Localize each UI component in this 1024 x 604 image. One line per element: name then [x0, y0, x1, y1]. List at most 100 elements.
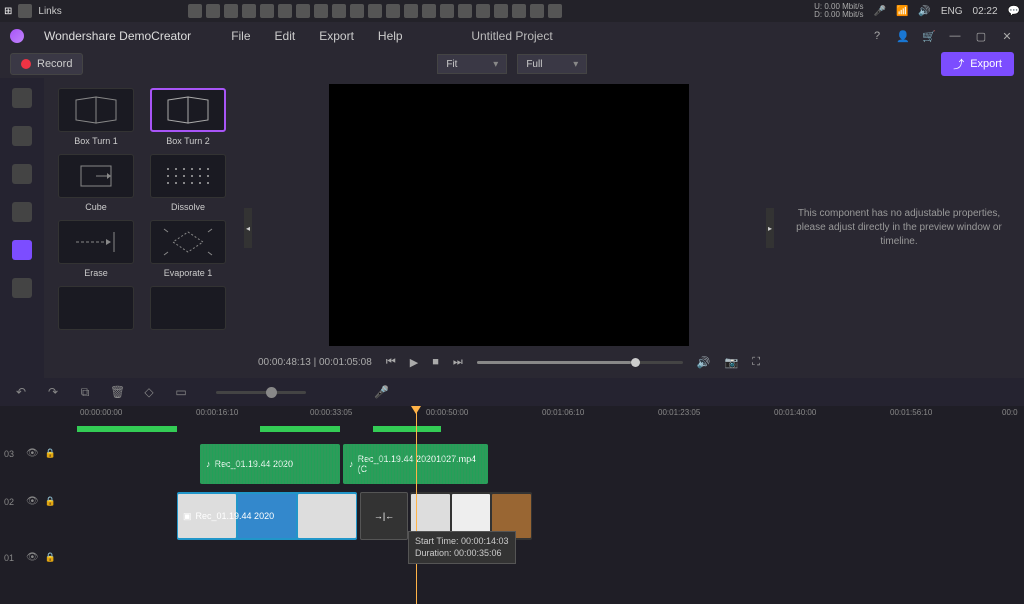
tray-app-icon[interactable] — [224, 4, 238, 18]
minimize-icon[interactable]: — — [948, 30, 962, 42]
tab-text-icon[interactable] — [12, 126, 32, 146]
start-icon[interactable]: ⊞ — [4, 6, 12, 17]
tray-app-icon[interactable] — [548, 4, 562, 18]
tray-app-icon[interactable] — [530, 4, 544, 18]
time-ruler[interactable]: 00:00:00:00 00:00:16:10 00:00:33:05 00:0… — [60, 406, 1024, 424]
fullscreen-icon[interactable]: ⛶ — [752, 356, 760, 369]
marker-icon[interactable]: ◇ — [142, 385, 156, 399]
properties-panel: This component has no adjustable propert… — [774, 78, 1024, 378]
tray-app-icon[interactable] — [242, 4, 256, 18]
app-toolbar: Record Fit Full ⤴ Export — [0, 50, 1024, 78]
visibility-icon[interactable]: 👁 — [26, 552, 39, 563]
tray-app-icon[interactable] — [476, 4, 490, 18]
tray-lang[interactable]: ENG — [941, 6, 963, 17]
tray-app-icon[interactable] — [368, 4, 382, 18]
menu-file[interactable]: File — [231, 29, 250, 43]
voiceover-icon[interactable]: 🎤 — [374, 385, 388, 399]
tray-app-icon[interactable] — [386, 4, 400, 18]
tray-app-icon[interactable] — [458, 4, 472, 18]
tab-transitions-icon[interactable] — [12, 240, 32, 260]
effect-extra-1[interactable] — [54, 286, 138, 330]
preview-viewport[interactable] — [329, 84, 689, 346]
cart-icon[interactable]: 🛒 — [922, 30, 936, 43]
tray-volume-icon[interactable]: 🔊 — [918, 6, 930, 17]
tray-app-icon[interactable] — [422, 4, 436, 18]
app-titlebar: Wondershare DemoCreator File Edit Export… — [0, 22, 1024, 50]
track-01[interactable]: 01👁 🔒 — [60, 548, 1024, 588]
preview-panel: ◂ ▸ 00:00:48:13 | 00:01:05:08 ⏮ ▶ ■ ⏭ 🔊 … — [244, 78, 774, 378]
effect-extra-2[interactable] — [146, 286, 230, 330]
tray-app-icon[interactable] — [494, 4, 508, 18]
project-title: Untitled Project — [471, 29, 552, 43]
track-03[interactable]: 03👁 🔒 ♪Rec_01.19.44 2020 ♪Rec_01.19.44 2… — [60, 444, 1024, 484]
undo-icon[interactable]: ↶ — [14, 385, 28, 399]
task-icon[interactable] — [18, 4, 32, 18]
tray-app-icon[interactable] — [350, 4, 364, 18]
fit-select[interactable]: Fit — [437, 54, 507, 74]
effect-box-turn-2[interactable]: Box Turn 2 — [146, 88, 230, 146]
playback-controls: 00:00:48:13 | 00:01:05:08 ⏮ ▶ ■ ⏭ 🔊 📷 ⛶ — [244, 346, 774, 378]
visibility-icon[interactable]: 👁 — [26, 496, 39, 507]
audio-clip-1[interactable]: ♪Rec_01.19.44 2020 — [200, 444, 340, 484]
account-icon[interactable]: 👤 — [896, 30, 910, 43]
visibility-icon[interactable]: 👁 — [26, 448, 39, 459]
timeline: 00:00:00:00 00:00:16:10 00:00:33:05 00:0… — [0, 406, 1024, 604]
tray-app-icon[interactable] — [404, 4, 418, 18]
delete-icon[interactable]: 🗑 — [110, 385, 124, 399]
record-button[interactable]: Record — [10, 53, 83, 75]
transition-clip[interactable]: →|← — [360, 492, 408, 540]
export-button[interactable]: ⤴ Export — [941, 52, 1014, 76]
next-button[interactable]: ⏭ — [453, 356, 463, 369]
collapse-right-icon[interactable]: ▸ — [766, 208, 774, 248]
effect-dissolve[interactable]: Dissolve — [146, 154, 230, 212]
effect-cube[interactable]: Cube — [54, 154, 138, 212]
collapse-left-icon[interactable]: ◂ — [244, 208, 252, 248]
aspect-icon[interactable]: ▭ — [174, 385, 188, 399]
quality-select[interactable]: Full — [517, 54, 587, 74]
tray-app-icon[interactable] — [314, 4, 328, 18]
play-button[interactable]: ▶ — [410, 356, 418, 369]
volume-icon[interactable]: 🔊 — [697, 356, 711, 369]
playhead[interactable] — [416, 406, 417, 604]
effect-evaporate-1[interactable]: Evaporate 1 — [146, 220, 230, 278]
snapshot-icon[interactable]: 📷 — [725, 356, 739, 369]
menu-edit[interactable]: Edit — [275, 29, 296, 43]
tray-notif-icon[interactable]: 💬 — [1008, 6, 1020, 17]
tray-app-icon[interactable] — [260, 4, 274, 18]
tray-app-icon[interactable] — [278, 4, 292, 18]
taskbar-links[interactable]: Links — [38, 6, 61, 17]
menu-help[interactable]: Help — [378, 29, 403, 43]
crop-icon[interactable]: ⧉ — [78, 385, 92, 399]
tab-effects-icon[interactable] — [12, 278, 32, 298]
prev-button[interactable]: ⏮ — [386, 356, 396, 369]
tab-stickers-icon[interactable] — [12, 202, 32, 222]
video-clip[interactable]: ▣Rec_01.19.44 2020 — [177, 492, 357, 540]
track-02[interactable]: 02👁 🔒 ▣Rec_01.19.44 2020 →|← — [60, 492, 1024, 540]
lock-icon[interactable]: 🔒 — [45, 552, 56, 563]
menu-export[interactable]: Export — [319, 29, 354, 43]
tray-app-icon[interactable] — [296, 4, 310, 18]
tray-app-icon[interactable] — [332, 4, 346, 18]
progress-slider[interactable] — [477, 361, 683, 364]
close-icon[interactable]: ✕ — [1000, 30, 1014, 43]
tray-icon[interactable]: 🎤 — [873, 6, 885, 17]
help-icon[interactable]: ? — [870, 30, 884, 42]
maximize-icon[interactable]: ▢ — [974, 30, 988, 43]
redo-icon[interactable]: ↷ — [46, 385, 60, 399]
tray-app-icon[interactable] — [440, 4, 454, 18]
tab-captions-icon[interactable] — [12, 164, 32, 184]
effects-panel: Box Turn 1 Box Turn 2 Cube Dissolve Eras… — [44, 78, 244, 378]
tab-library-icon[interactable] — [12, 88, 32, 108]
tray-wifi-icon[interactable]: 📶 — [896, 6, 908, 17]
tray-time[interactable]: 02:22 — [973, 6, 998, 17]
stop-button[interactable]: ■ — [432, 356, 439, 368]
effect-box-turn-1[interactable]: Box Turn 1 — [54, 88, 138, 146]
effect-erase[interactable]: Erase — [54, 220, 138, 278]
tray-app-icon[interactable] — [188, 4, 202, 18]
timeline-toolbar: ↶ ↷ ⧉ 🗑 ◇ ▭ 🎤 — [0, 378, 1024, 406]
zoom-slider[interactable] — [216, 391, 306, 394]
tray-app-icon[interactable] — [206, 4, 220, 18]
lock-icon[interactable]: 🔒 — [45, 496, 56, 507]
lock-icon[interactable]: 🔒 — [45, 448, 56, 459]
tray-app-icon[interactable] — [512, 4, 526, 18]
